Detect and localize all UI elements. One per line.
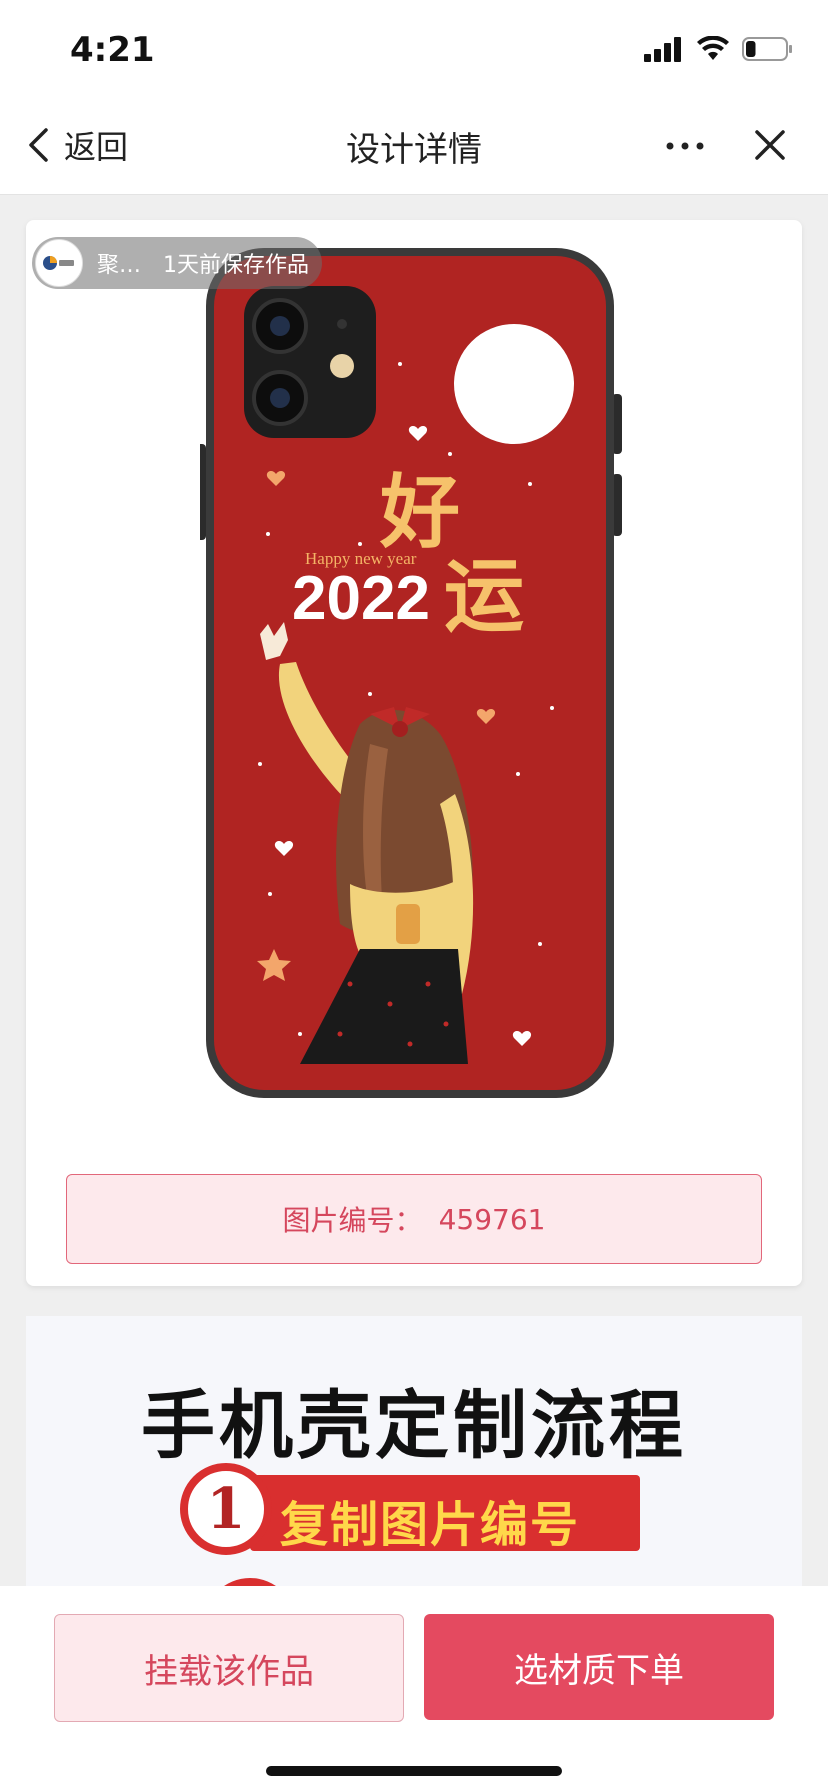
step-number: 1 [180, 1463, 272, 1555]
signal-icon [644, 37, 681, 62]
mount-work-button[interactable]: 挂载该作品 [54, 1614, 404, 1722]
nav-bar: 返回 设计详情 [0, 96, 828, 195]
order-button[interactable]: 选材质下单 [424, 1614, 774, 1720]
status-bar: 4:21 [0, 0, 828, 96]
process-title: 手机壳定制流程 [141, 1383, 687, 1469]
close-button[interactable] [748, 120, 792, 170]
process-step-1: 复制图片编号 1 [180, 1463, 650, 1559]
author-avatar [35, 239, 83, 287]
battery-icon [742, 37, 792, 61]
artwork-year: 2022 [292, 564, 430, 633]
image-code-value: 459761 [438, 1202, 546, 1236]
home-indicator[interactable] [266, 1766, 562, 1776]
bottom-action-bar: 挂载该作品 选材质下单 [0, 1586, 828, 1792]
saved-time-text: 1天前保存作品 [163, 253, 310, 278]
author-chip[interactable]: 聚… 1天前保存作品 [32, 237, 322, 289]
status-icons [644, 34, 794, 64]
image-code-box[interactable]: 图片编号： 459761 [66, 1174, 762, 1264]
close-icon [755, 130, 785, 160]
author-logo-icon [43, 256, 74, 270]
status-time: 4:21 [70, 30, 155, 70]
wifi-icon [697, 36, 729, 60]
author-name: 聚… [97, 253, 142, 278]
process-section: 手机壳定制流程 复制图片编号 1 [26, 1316, 802, 1618]
phone-case-illustration: Happy new year 2022 好 运 [196, 248, 622, 1098]
more-button[interactable] [660, 126, 710, 166]
phone-case-preview: Happy new year 2022 好 运 [196, 244, 628, 1104]
image-code-label: 图片编号： [282, 1204, 423, 1237]
artwork-slogan-bottom: 运 [444, 549, 524, 643]
step-label: 复制图片编号 [280, 1497, 581, 1553]
artwork-slogan-top: 好 [379, 465, 460, 559]
more-dots-icon [666, 142, 704, 150]
